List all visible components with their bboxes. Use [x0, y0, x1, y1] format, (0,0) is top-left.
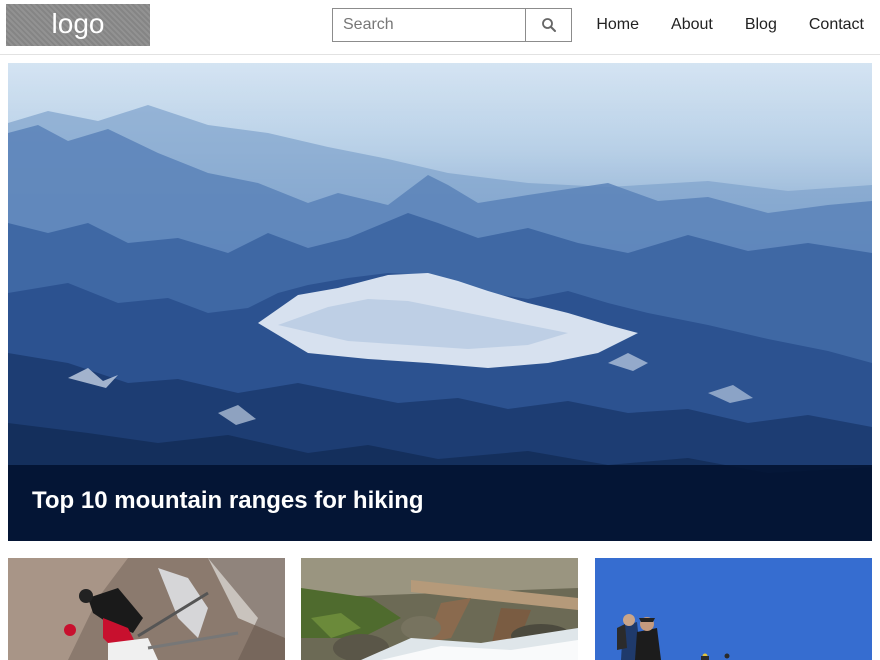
nav-home[interactable]: Home	[596, 16, 639, 34]
nav-blog[interactable]: Blog	[745, 16, 777, 34]
hero-caption: Top 10 mountain ranges for hiking	[8, 465, 872, 541]
thumbnail-card-1[interactable]	[8, 558, 285, 660]
nav-about[interactable]: About	[671, 16, 713, 34]
logo[interactable]: logo	[6, 4, 150, 46]
main-nav: Home About Blog Contact	[564, 0, 864, 50]
thumbnail-card-3[interactable]	[595, 558, 872, 660]
ice-climber-image	[8, 558, 285, 660]
hero-title[interactable]: Top 10 mountain ranges for hiking	[32, 487, 424, 515]
search-box	[332, 8, 572, 42]
nav-contact[interactable]: Contact	[809, 16, 864, 34]
site-header: logo Home About Blog Contact	[0, 0, 880, 55]
hikers-on-summit-image	[595, 558, 872, 660]
hero-banner[interactable]: Top 10 mountain ranges for hiking	[8, 63, 872, 541]
search-input[interactable]	[333, 9, 525, 41]
search-icon	[541, 18, 556, 32]
mountain-stream-image	[301, 558, 578, 660]
thumbnail-card-2[interactable]	[301, 558, 578, 660]
